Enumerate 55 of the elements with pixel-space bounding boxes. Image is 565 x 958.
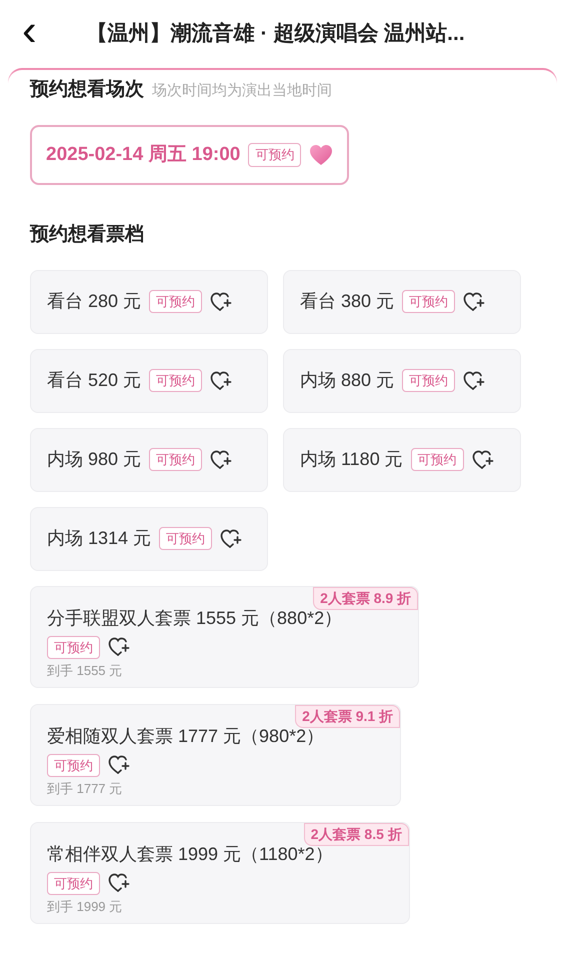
section-heading: 预约想看场次 bbox=[30, 78, 144, 102]
session-label: 2025-02-14 周五 19:00 bbox=[46, 142, 240, 166]
heart-icon[interactable] bbox=[309, 144, 334, 166]
heart-plus-icon[interactable] bbox=[220, 528, 242, 548]
status-tag: 可预约 bbox=[149, 290, 202, 314]
ticket-tier-option[interactable]: 内场 1314 元 可预约 bbox=[30, 506, 268, 570]
package-option[interactable]: 常相伴双人套票 1999 元（1180*2） 可预约 到手 1999 元 2人套票 8.5 折 bbox=[30, 822, 410, 924]
status-tag: 可预约 bbox=[149, 368, 202, 392]
status-tag: 可预约 bbox=[47, 754, 100, 777]
package-option[interactable]: 分手联盟双人套票 1555 元（880*2） 可预约 到手 1555 元 2人套票 8.9 折 bbox=[30, 586, 420, 688]
discount-tag: 2人套票 8.5 折 bbox=[304, 822, 409, 846]
tier-label: 内场 880 元 bbox=[300, 369, 394, 392]
status-tag: 可预约 bbox=[410, 448, 464, 472]
ticket-tier-option[interactable]: 看台 520 元 可预约 bbox=[30, 348, 268, 412]
heart-plus-icon[interactable] bbox=[210, 370, 232, 390]
heart-plus-icon[interactable] bbox=[463, 292, 486, 312]
status-tag: 可预约 bbox=[47, 636, 100, 659]
heart-plus-icon[interactable] bbox=[108, 637, 130, 658]
tier-label: 内场 1314 元 bbox=[47, 527, 152, 550]
final-price: 到手 1777 元 bbox=[47, 780, 124, 798]
heart-plus-icon[interactable] bbox=[210, 292, 232, 312]
ticket-tier-option[interactable]: 内场 1180 元 可预约 bbox=[283, 428, 521, 492]
status-tag: 可预约 bbox=[248, 143, 302, 166]
heart-plus-icon[interactable] bbox=[472, 450, 494, 470]
status-tag: 可预约 bbox=[159, 526, 212, 550]
status-tag: 可预约 bbox=[402, 290, 456, 314]
section-note: 场次时间均为演出当地时间 bbox=[152, 81, 332, 101]
tier-label: 看台 280 元 bbox=[47, 290, 142, 313]
page-title: 【温州】潮流音雄 · 超级演唱会 温州站... bbox=[86, 20, 465, 48]
ticket-tier-option[interactable]: 看台 380 元 可预约 bbox=[283, 270, 521, 334]
ticket-tier-option[interactable]: 看台 280 元 可预约 bbox=[30, 270, 268, 334]
heart-plus-icon[interactable] bbox=[108, 755, 130, 776]
tier-label: 看台 380 元 bbox=[300, 290, 394, 313]
package-label: 常相伴双人套票 1999 元（1180*2） bbox=[47, 842, 334, 866]
ticket-tier-option[interactable]: 内场 880 元 可预约 bbox=[283, 348, 521, 412]
heart-plus-icon[interactable] bbox=[210, 450, 232, 470]
discount-tag: 2人套票 8.9 折 bbox=[313, 586, 418, 610]
final-price: 到手 1999 元 bbox=[47, 898, 124, 916]
package-option[interactable]: 爱相随双人套票 1777 元（980*2） 可预约 到手 1777 元 2人套票 9.1 折 bbox=[30, 704, 402, 806]
status-tag: 可预约 bbox=[149, 448, 202, 472]
package-label: 爱相随双人套票 1777 元（980*2） bbox=[47, 724, 326, 748]
tier-label: 看台 520 元 bbox=[47, 369, 142, 392]
final-price: 到手 1555 元 bbox=[47, 662, 124, 680]
session-option[interactable]: 2025-02-14 周五 19:00 可预约 bbox=[30, 124, 350, 185]
tier-label: 内场 1180 元 bbox=[300, 448, 403, 471]
back-button[interactable]: ‹ bbox=[22, 9, 47, 59]
tier-label: 内场 980 元 bbox=[47, 448, 142, 471]
heart-plus-icon[interactable] bbox=[463, 370, 486, 390]
discount-tag: 2人套票 9.1 折 bbox=[295, 704, 400, 728]
status-tag: 可预约 bbox=[47, 872, 100, 895]
section-heading: 预约想看票档 bbox=[30, 222, 145, 247]
heart-plus-icon[interactable] bbox=[108, 873, 130, 894]
ticket-tier-option[interactable]: 内场 980 元 可预约 bbox=[30, 428, 268, 492]
package-label: 分手联盟双人套票 1555 元（880*2） bbox=[47, 606, 344, 630]
status-tag: 可预约 bbox=[402, 368, 456, 392]
